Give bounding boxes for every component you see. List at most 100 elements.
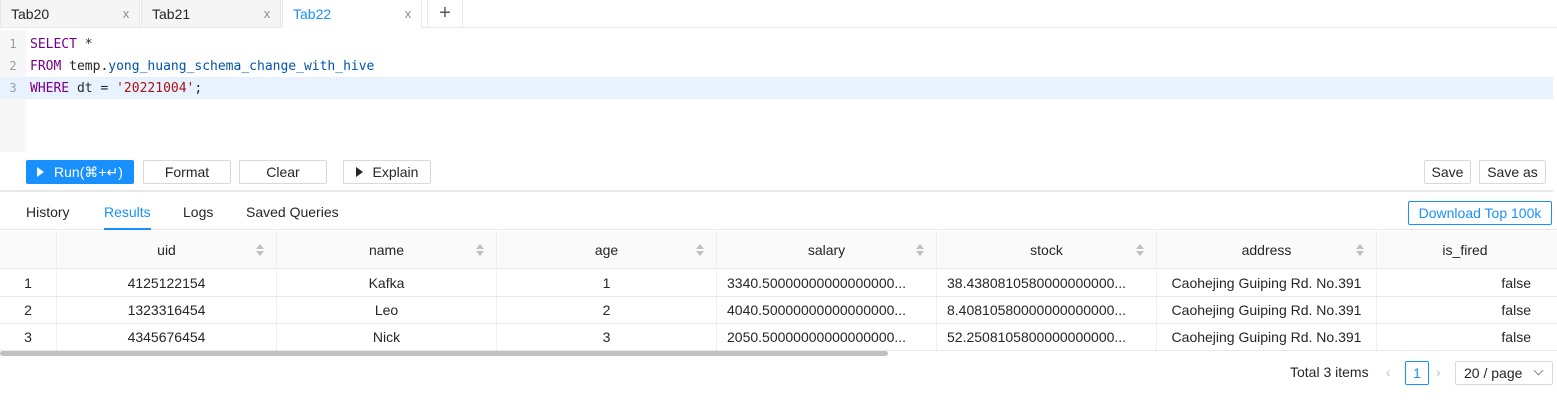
row-index: 3 bbox=[0, 324, 57, 350]
tab-saved-queries[interactable]: Saved Queries bbox=[246, 204, 339, 220]
total-items: Total 3 items bbox=[1290, 364, 1369, 380]
cell-name: Leo bbox=[277, 297, 497, 323]
close-icon[interactable]: x bbox=[260, 6, 274, 21]
row-index: 2 bbox=[0, 297, 57, 323]
save-button[interactable]: Save bbox=[1424, 160, 1471, 184]
cell-name: Nick bbox=[277, 324, 497, 350]
column-label: is_fired bbox=[1442, 242, 1488, 258]
index-header bbox=[0, 231, 57, 269]
line-number: 3 bbox=[9, 81, 17, 95]
cell-uid: 1323316454 bbox=[57, 297, 277, 323]
line-number: 2 bbox=[9, 59, 17, 73]
sql-text: temp. bbox=[61, 58, 109, 74]
cell-age: 1 bbox=[497, 270, 717, 296]
cell-uid: 4345676454 bbox=[57, 324, 277, 350]
sort-icon[interactable] bbox=[1136, 244, 1144, 256]
cell-age: 3 bbox=[497, 324, 717, 350]
column-label: name bbox=[368, 242, 405, 258]
save-as-button[interactable]: Save as bbox=[1479, 160, 1546, 184]
tab-logs[interactable]: Logs bbox=[183, 204, 213, 220]
sql-text: ; bbox=[194, 80, 203, 96]
code-line-active[interactable]: 3 WHERE dt = '20221004'; bbox=[0, 77, 1553, 99]
sort-icon[interactable] bbox=[916, 244, 924, 256]
sort-icon[interactable] bbox=[1356, 244, 1364, 256]
cell-address: Caohejing Guiping Rd. No.391 bbox=[1157, 270, 1377, 296]
result-tabs: History Results Logs Saved Queries Downl… bbox=[0, 196, 1557, 230]
cell-is-fired: false bbox=[1501, 302, 1531, 318]
tab-label: Tab21 bbox=[152, 5, 191, 22]
tab-tab22[interactable]: Tab22 x bbox=[282, 0, 422, 28]
next-page-icon[interactable]: › bbox=[1436, 364, 1441, 380]
cell-is-fired: false bbox=[1501, 329, 1531, 345]
sort-icon[interactable] bbox=[696, 244, 704, 256]
table-header: uid name age salary stock address is_fir… bbox=[0, 231, 1557, 269]
column-label: salary bbox=[807, 242, 846, 258]
cell-address: Caohejing Guiping Rd. No.391 bbox=[1157, 297, 1377, 323]
cell-salary: 2050.50000000000000000... bbox=[717, 324, 937, 350]
run-label: Run(⌘+↵) bbox=[54, 163, 123, 180]
download-button[interactable]: Download Top 100k bbox=[1408, 201, 1552, 225]
play-icon bbox=[37, 167, 45, 177]
row-index: 1 bbox=[0, 270, 57, 296]
cell-address: Caohejing Guiping Rd. No.391 bbox=[1157, 324, 1377, 350]
prev-page-icon[interactable]: ‹ bbox=[1386, 364, 1391, 380]
editor-tab-bar: Tab20 x Tab21 x Tab22 x + bbox=[0, 0, 1557, 28]
chevron-down-icon bbox=[1533, 365, 1544, 376]
page-size-select[interactable]: 20 / page bbox=[1455, 361, 1553, 385]
column-header-salary[interactable]: salary bbox=[717, 231, 937, 269]
table-row[interactable]: 2 1323316454 Leo 2 4040.5000000000000000… bbox=[0, 297, 1557, 324]
active-tab-indicator bbox=[104, 228, 151, 230]
close-icon[interactable]: x bbox=[401, 6, 415, 21]
sort-icon[interactable] bbox=[256, 244, 264, 256]
cell-stock: 8.40810580000000000000... bbox=[937, 297, 1157, 323]
play-icon bbox=[355, 167, 363, 177]
cell-salary: 4040.50000000000000000... bbox=[717, 297, 937, 323]
column-label: uid bbox=[157, 242, 176, 258]
close-icon[interactable]: x bbox=[119, 6, 133, 21]
page-size-label: 20 / page bbox=[1464, 365, 1523, 381]
cell-stock: 38.4380810580000000000... bbox=[937, 270, 1157, 296]
cell-age: 2 bbox=[497, 297, 717, 323]
sql-table-name: yong_huang_schema_change_with_hive bbox=[108, 58, 375, 74]
table-row[interactable]: 3 4345676454 Nick 3 2050.500000000000000… bbox=[0, 324, 1557, 351]
tab-tab20[interactable]: Tab20 x bbox=[0, 0, 140, 28]
code-line[interactable]: 2 FROM temp.yong_huang_schema_change_wit… bbox=[0, 55, 1553, 77]
cell-is-fired: false bbox=[1501, 275, 1531, 291]
tab-history[interactable]: History bbox=[26, 204, 70, 220]
table-row[interactable]: 1 4125122154 Kafka 1 3340.50000000000000… bbox=[0, 270, 1557, 297]
cell-salary: 3340.50000000000000000... bbox=[717, 270, 937, 296]
sql-keyword: SELECT bbox=[30, 36, 77, 52]
explain-button[interactable]: Explain bbox=[343, 160, 431, 184]
column-header-name[interactable]: name bbox=[277, 231, 497, 269]
column-header-stock[interactable]: stock bbox=[937, 231, 1157, 269]
column-header-address[interactable]: address bbox=[1157, 231, 1377, 269]
format-button[interactable]: Format bbox=[143, 160, 231, 184]
sql-text: dt = bbox=[69, 80, 117, 96]
sql-keyword: WHERE bbox=[30, 80, 70, 96]
sql-string: '20221004' bbox=[116, 80, 195, 96]
cell-name: Kafka bbox=[277, 270, 497, 296]
column-label: age bbox=[594, 242, 619, 258]
tab-results[interactable]: Results bbox=[104, 204, 151, 220]
add-tab-button[interactable]: + bbox=[427, 0, 463, 28]
line-number: 1 bbox=[9, 37, 17, 51]
horizontal-scrollbar[interactable] bbox=[0, 351, 888, 356]
sort-icon[interactable] bbox=[476, 244, 484, 256]
column-label: address bbox=[1241, 242, 1292, 258]
explain-label: Explain bbox=[372, 164, 419, 180]
column-label: stock bbox=[1030, 242, 1063, 258]
page-1-button[interactable]: 1 bbox=[1405, 361, 1429, 385]
sql-editor[interactable]: 1 SELECT * 2 FROM temp.yong_huang_schema… bbox=[0, 30, 1557, 152]
code-line[interactable]: 1 SELECT * bbox=[0, 33, 1553, 55]
column-header-uid[interactable]: uid bbox=[57, 231, 277, 269]
cell-uid: 4125122154 bbox=[57, 270, 277, 296]
query-toolbar: Run(⌘+↵) Format Clear Explain Save Save … bbox=[0, 160, 1557, 186]
tab-tab21[interactable]: Tab21 x bbox=[141, 0, 281, 28]
cell-stock: 52.2508105800000000000... bbox=[937, 324, 1157, 350]
sql-text: * bbox=[76, 36, 93, 52]
clear-button[interactable]: Clear bbox=[239, 160, 327, 184]
column-header-is-fired[interactable]: is_fired bbox=[1377, 231, 1553, 269]
run-button[interactable]: Run(⌘+↵) bbox=[26, 160, 134, 184]
column-header-age[interactable]: age bbox=[497, 231, 717, 269]
sql-keyword: FROM bbox=[30, 58, 62, 74]
